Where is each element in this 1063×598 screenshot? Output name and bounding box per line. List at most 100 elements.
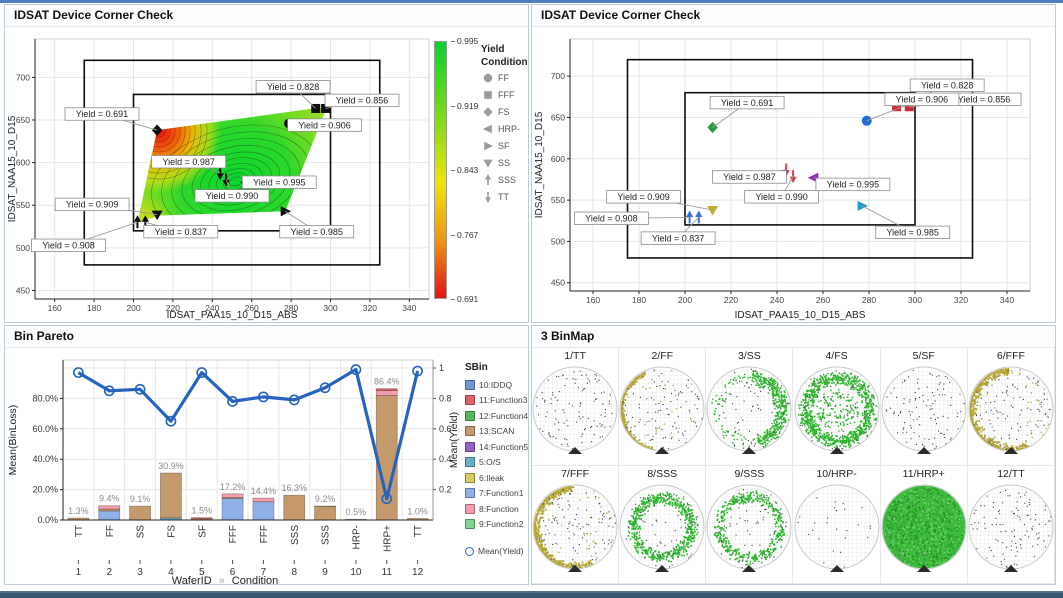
wafer-map[interactable]	[532, 481, 618, 581]
svg-text:Yield = 0.908: Yield = 0.908	[585, 213, 637, 223]
legend-item-tt[interactable]: TT	[481, 188, 528, 205]
svg-text:60.0%: 60.0%	[32, 424, 58, 434]
svg-text:TT: TT	[413, 525, 424, 537]
sbin-legend-item[interactable]: 6:Ileak	[465, 470, 525, 486]
legend-item-hrp-[interactable]: HRP-	[481, 120, 528, 137]
yield-annotation[interactable]: Yield = 0.856	[325, 94, 399, 108]
svg-text:320: 320	[363, 303, 377, 313]
svg-text:Yield = 0.987: Yield = 0.987	[723, 172, 775, 182]
binmap-cell[interactable]: 2/FF	[619, 348, 706, 466]
binmap-cell[interactable]: 10/HRP-	[793, 466, 880, 584]
sbin-legend-item[interactable]: 13:SCAN	[465, 424, 525, 440]
sbin-legend-item[interactable]: 14:Function5	[465, 439, 525, 455]
binmap-cell[interactable]: 4/FS	[793, 348, 880, 466]
svg-text:180: 180	[87, 303, 101, 313]
wafer-label: 5/SF	[881, 349, 967, 363]
wafer-map[interactable]	[706, 481, 792, 581]
svg-text:Yield = 0.985: Yield = 0.985	[290, 227, 342, 237]
binmap-cell[interactable]: 9/SSS	[706, 466, 793, 584]
svg-text:700: 700	[551, 71, 565, 81]
legend-title-line2: Condition	[481, 56, 528, 69]
binmap-cell[interactable]: 5/SF	[881, 348, 968, 466]
svg-text:280: 280	[862, 295, 876, 305]
bar-wafer-11[interactable]	[376, 389, 397, 520]
sbin-swatch-icon	[465, 488, 475, 498]
svg-text:200: 200	[678, 295, 692, 305]
sbin-swatch-icon	[465, 411, 475, 421]
wafer-map[interactable]	[706, 363, 792, 463]
wafer-map[interactable]	[794, 481, 880, 581]
marker-tri-down-icon[interactable]	[483, 159, 492, 167]
legend-item-sss[interactable]: SSS	[481, 171, 528, 188]
sbin-legend-item[interactable]: 9:Function2	[465, 517, 525, 533]
svg-text:0.0%: 0.0%	[37, 515, 58, 525]
wafer-map[interactable]	[794, 363, 880, 463]
sbin-swatch-icon	[465, 442, 475, 452]
scatter-plot-canvas[interactable]: 1601802002202402602803003203404505005506…	[532, 27, 1053, 323]
binmap-cell[interactable]: 8/SSS	[619, 466, 706, 584]
binmap-cell[interactable]: 1/TT	[532, 348, 619, 466]
sbin-item-label: 7:Function1	[479, 488, 523, 498]
bar-wafer-9[interactable]	[315, 506, 336, 520]
legend-tri-left-icon	[481, 122, 498, 136]
bar-wafer-2[interactable]	[99, 506, 120, 520]
yield-annotation[interactable]: Yield = 0.995	[242, 176, 316, 189]
wafer-map[interactable]	[968, 481, 1054, 581]
legend-item-fs[interactable]: FS	[481, 103, 528, 120]
legend-item-sf[interactable]: SF	[481, 137, 528, 154]
sbin-legend-item[interactable]: 8:Function	[465, 501, 525, 517]
svg-text:30.9%: 30.9%	[158, 461, 184, 471]
panel-title: IDSAT Device Corner Check	[532, 5, 1055, 27]
wafer-map[interactable]	[881, 481, 967, 581]
sbin-legend-item[interactable]: 11:Function3	[465, 393, 525, 409]
bar-wafer-6[interactable]	[222, 494, 243, 520]
panel-title: IDSAT Device Corner Check	[5, 5, 528, 27]
wafer-map[interactable]	[968, 363, 1054, 463]
binmap-cell[interactable]: 12/TT	[968, 466, 1055, 584]
svg-text:Yield = 0.906: Yield = 0.906	[896, 95, 948, 105]
binmap-cell[interactable]: 7/FFF	[532, 466, 619, 584]
marker-arrow-down-icon[interactable]	[485, 191, 491, 202]
wafer-map[interactable]	[532, 363, 618, 463]
binmap-cell[interactable]: 6/FFF	[968, 348, 1055, 466]
marker-tri-left-icon[interactable]	[483, 124, 492, 133]
bar-wafer-3[interactable]	[130, 506, 151, 520]
mean-yield-legend-item[interactable]: Mean(Yield)	[465, 546, 525, 556]
yield-annotation[interactable]: Yield = 0.987	[712, 170, 786, 184]
svg-text:HRP-: HRP-	[351, 525, 362, 549]
wafer-map[interactable]	[619, 363, 705, 463]
pareto-chart-canvas[interactable]: 1.3%9.4%9.1%30.9%1.5%17.2%14.4%16.3%9.2%…	[5, 348, 465, 585]
scatter-svg[interactable]: 1601802002202402602803003203404505005506…	[532, 27, 1053, 321]
marker-diamond-icon[interactable]	[484, 107, 493, 117]
svg-text:16.3%: 16.3%	[281, 483, 307, 493]
sbin-legend-item[interactable]: 5:O/S	[465, 455, 525, 471]
legend-item-fff[interactable]: FFF	[481, 86, 528, 103]
binmap-cell[interactable]: 11/HRP+	[881, 466, 968, 584]
binmap-cell[interactable]: 3/SS	[706, 348, 793, 466]
marker-tri-right-icon[interactable]	[484, 141, 493, 150]
yield-annotation[interactable]: Yield = 0.906	[288, 119, 362, 132]
sbin-legend-item[interactable]: 12:Function4	[465, 408, 525, 424]
sbin-swatch-icon	[465, 519, 475, 529]
sbin-legend-item[interactable]: 10:IDDQ	[465, 377, 525, 393]
sbin-legend-item[interactable]: 7:Function1	[465, 486, 525, 502]
svg-text:Yield = 0.909: Yield = 0.909	[617, 192, 669, 202]
yield-annotation[interactable]: Yield = 0.995	[814, 178, 890, 191]
sbin-item-label: 8:Function	[479, 504, 519, 514]
pareto-svg[interactable]: 1.3%9.4%9.1%30.9%1.5%17.2%14.4%16.3%9.2%…	[5, 348, 465, 585]
legend-item-ff[interactable]: FF	[481, 69, 528, 86]
contour-plot-canvas[interactable]: 1601802002202402602803003203404505005506…	[5, 27, 431, 323]
contour-svg[interactable]: 1601802002202402602803003203404505005506…	[5, 27, 431, 321]
svg-text:SS: SS	[136, 525, 147, 539]
marker-circle-icon[interactable]	[484, 73, 493, 82]
legend-item-ss[interactable]: SS	[481, 154, 528, 171]
marker-arrow-up-icon[interactable]	[485, 174, 491, 185]
wafer-map[interactable]	[881, 363, 967, 463]
svg-text:Yield = 0.908: Yield = 0.908	[42, 240, 94, 250]
wafer-map[interactable]	[619, 481, 705, 581]
bar-wafer-4[interactable]	[160, 473, 181, 520]
bar-wafer-7[interactable]	[253, 498, 274, 520]
bar-wafer-8[interactable]	[284, 495, 305, 520]
wafer-label: 6/FFF	[968, 349, 1054, 363]
marker-square-icon[interactable]	[484, 91, 492, 99]
